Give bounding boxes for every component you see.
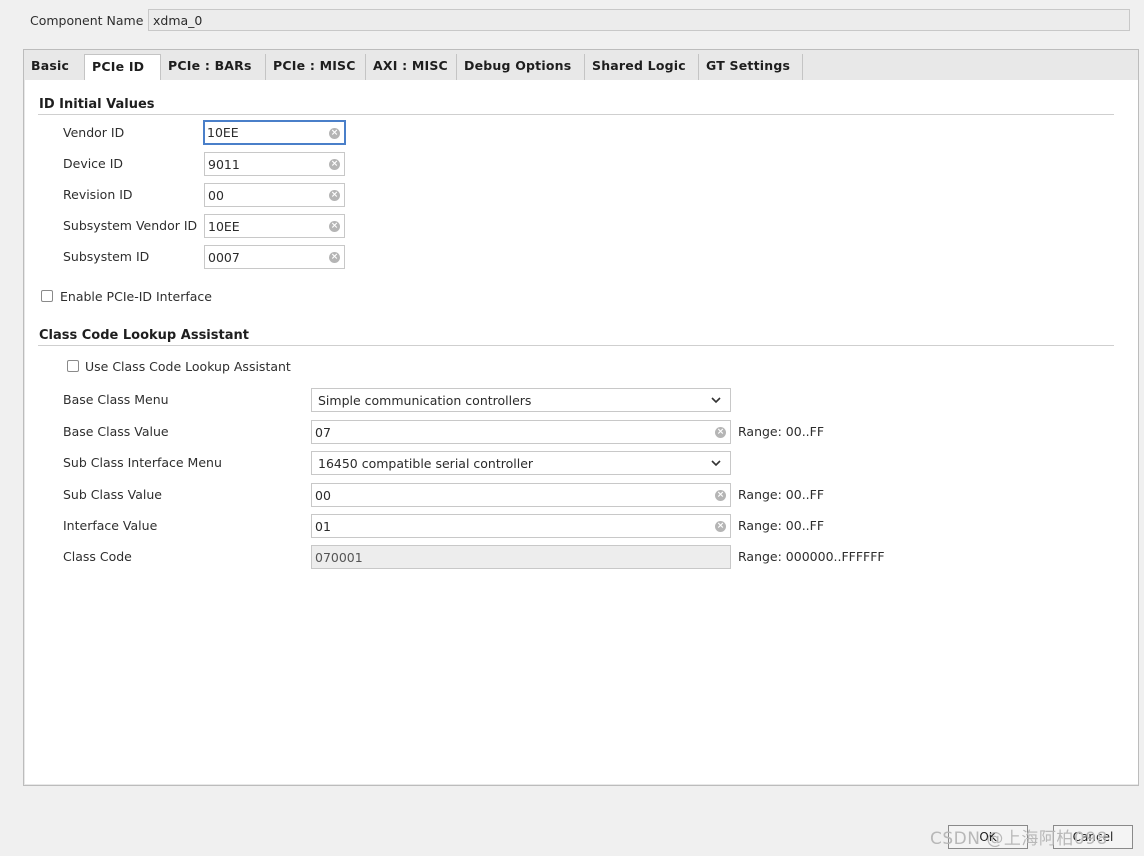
base-class-menu-label: Base Class Menu bbox=[63, 392, 169, 407]
subsystem-id-label: Subsystem ID bbox=[63, 249, 150, 264]
class-section-divider bbox=[38, 345, 1114, 346]
class-code-range: Range: 000000..FFFFFF bbox=[738, 549, 885, 564]
device-id-label: Device ID bbox=[63, 156, 124, 171]
clear-icon[interactable]: × bbox=[329, 221, 340, 232]
component-name-field[interactable]: xdma_0 bbox=[148, 9, 1130, 31]
interface-value-input[interactable]: 01 × bbox=[311, 514, 731, 538]
sub-class-value-range: Range: 00..FF bbox=[738, 487, 825, 502]
clear-icon[interactable]: × bbox=[329, 159, 340, 170]
interface-value-label: Interface Value bbox=[63, 518, 158, 533]
id-section-divider bbox=[38, 114, 1114, 115]
tab-basic[interactable]: Basic bbox=[24, 54, 85, 80]
tab-axi-misc[interactable]: AXI : MISC bbox=[366, 54, 457, 80]
revision-id-label: Revision ID bbox=[63, 187, 133, 202]
subsystem-vendor-id-label: Subsystem Vendor ID bbox=[63, 218, 198, 233]
tab-bar: Basic PCIe ID PCIe : BARs PCIe : MISC AX… bbox=[24, 54, 803, 80]
tab-shared-logic[interactable]: Shared Logic bbox=[585, 54, 699, 80]
subsystem-id-value: 0007 bbox=[208, 250, 240, 265]
enable-pcie-id-interface-checkbox[interactable] bbox=[41, 290, 53, 302]
subsystem-vendor-id-input[interactable]: 10EE × bbox=[204, 214, 345, 238]
tab-pcie-bars[interactable]: PCIe : BARs bbox=[161, 54, 266, 80]
sub-class-interface-menu-value: 16450 compatible serial controller bbox=[318, 456, 534, 471]
subsystem-id-input[interactable]: 0007 × bbox=[204, 245, 345, 269]
sub-class-value-label: Sub Class Value bbox=[63, 487, 162, 502]
sub-class-interface-menu-select[interactable]: 16450 compatible serial controller bbox=[311, 451, 731, 475]
base-class-value-text: 07 bbox=[315, 425, 331, 440]
enable-pcie-id-interface-label: Enable PCIe-ID Interface bbox=[60, 289, 212, 304]
vendor-id-value: 10EE bbox=[207, 125, 239, 140]
sub-class-interface-menu-label: Sub Class Interface Menu bbox=[63, 455, 222, 470]
clear-icon[interactable]: × bbox=[329, 128, 340, 139]
clear-icon[interactable]: × bbox=[715, 521, 726, 532]
interface-value-text: 01 bbox=[315, 519, 331, 534]
base-class-menu-select[interactable]: Simple communication controllers bbox=[311, 388, 731, 412]
device-id-value: 9011 bbox=[208, 157, 240, 172]
sub-class-value-input[interactable]: 00 × bbox=[311, 483, 731, 507]
watermark: CSDN @上海阿柏098 bbox=[930, 829, 1108, 849]
base-class-value-range: Range: 00..FF bbox=[738, 424, 825, 439]
vendor-id-input[interactable]: 10EE × bbox=[203, 120, 346, 145]
clear-icon[interactable]: × bbox=[329, 190, 340, 201]
tab-pcie-misc[interactable]: PCIe : MISC bbox=[266, 54, 366, 80]
base-class-value-input[interactable]: 07 × bbox=[311, 420, 731, 444]
subsystem-vendor-id-value: 10EE bbox=[208, 219, 240, 234]
revision-id-value: 00 bbox=[208, 188, 224, 203]
base-class-value-label: Base Class Value bbox=[63, 424, 169, 439]
vendor-id-label: Vendor ID bbox=[63, 125, 125, 140]
interface-value-range: Range: 00..FF bbox=[738, 518, 825, 533]
use-class-code-assistant-checkbox[interactable] bbox=[67, 360, 79, 372]
chevron-down-icon bbox=[711, 397, 721, 404]
base-class-menu-value: Simple communication controllers bbox=[318, 393, 532, 408]
clear-icon[interactable]: × bbox=[715, 490, 726, 501]
class-section-title: Class Code Lookup Assistant bbox=[39, 328, 249, 343]
use-class-code-assistant-label: Use Class Code Lookup Assistant bbox=[85, 359, 291, 374]
revision-id-input[interactable]: 00 × bbox=[204, 183, 345, 207]
id-section-title: ID Initial Values bbox=[39, 97, 155, 112]
tab-debug-options[interactable]: Debug Options bbox=[457, 54, 585, 80]
class-code-field: 070001 bbox=[311, 545, 731, 569]
chevron-down-icon bbox=[711, 460, 721, 467]
component-name-label: Component Name bbox=[30, 13, 144, 28]
tab-gt-settings[interactable]: GT Settings bbox=[699, 54, 803, 80]
sub-class-value-text: 00 bbox=[315, 488, 331, 503]
tab-pcie-id[interactable]: PCIe ID bbox=[85, 54, 161, 80]
device-id-input[interactable]: 9011 × bbox=[204, 152, 345, 176]
class-code-label: Class Code bbox=[63, 549, 132, 564]
clear-icon[interactable]: × bbox=[715, 427, 726, 438]
clear-icon[interactable]: × bbox=[329, 252, 340, 263]
